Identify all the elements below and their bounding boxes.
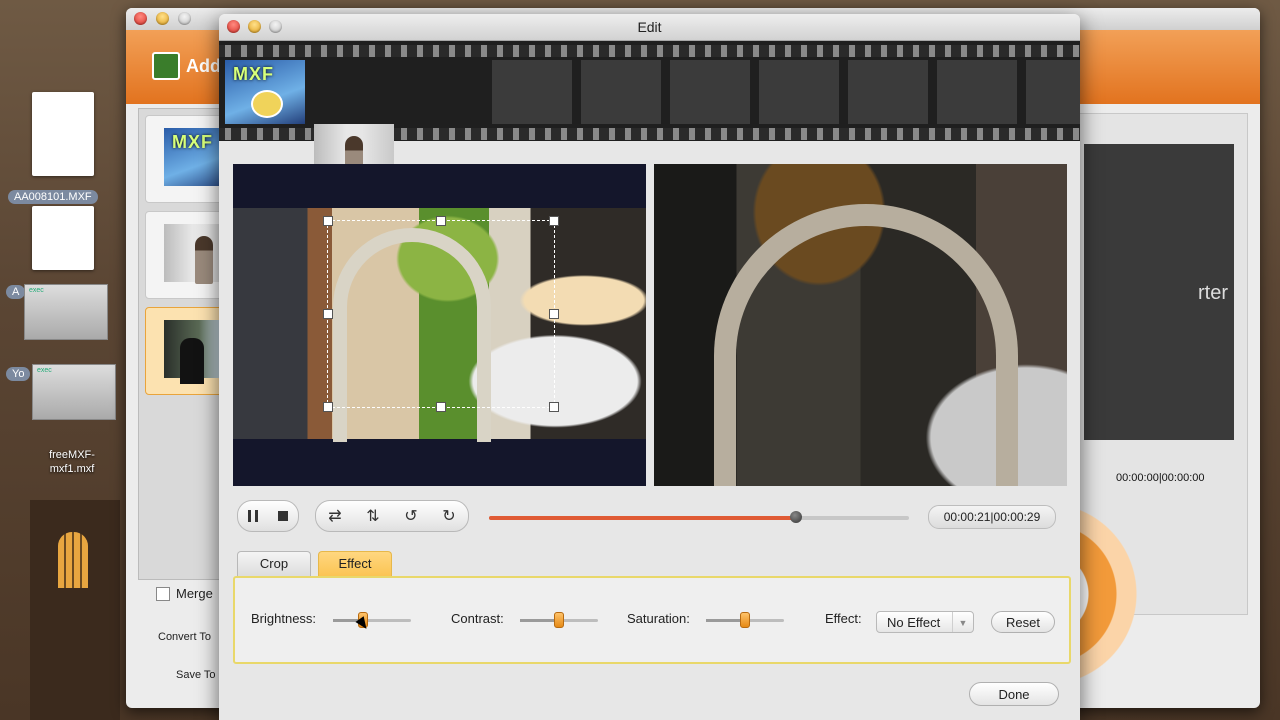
reset-button[interactable]: Reset: [991, 611, 1055, 633]
stop-button[interactable]: [268, 501, 298, 531]
effect-select[interactable]: No Effect ▼: [876, 611, 974, 633]
empty-frame: [492, 60, 572, 124]
minimize-button[interactable]: [156, 12, 169, 25]
brightness-label: Brightness:: [251, 611, 317, 626]
saturation-slider[interactable]: [706, 612, 784, 628]
empty-frame: [581, 60, 661, 124]
stop-icon: [278, 511, 288, 521]
crop-handle[interactable]: [323, 216, 333, 226]
house-illustration: [30, 500, 120, 720]
exec-tag: exec: [37, 367, 52, 374]
flip-vertical-button[interactable]: ⇅: [358, 501, 388, 531]
pause-button[interactable]: [238, 501, 268, 531]
crop-handle[interactable]: [436, 216, 446, 226]
rotate-left-button[interactable]: ↺: [396, 501, 426, 531]
brightness-slider[interactable]: [333, 612, 411, 628]
clip-thumbnail-mxf[interactable]: MXF: [225, 60, 305, 124]
effect-select-value: No Effect: [887, 615, 941, 630]
video-arch: [714, 204, 1018, 486]
desktop-file-label[interactable]: Yo: [6, 367, 31, 381]
progress-knob[interactable]: [789, 511, 802, 523]
thumbnail-text: MXF: [172, 132, 213, 152]
merge-checkbox[interactable]: Merge: [156, 586, 213, 601]
crop-handle[interactable]: [436, 402, 446, 412]
tab-crop[interactable]: Crop: [237, 551, 311, 576]
exec-icon[interactable]: exec: [24, 284, 108, 340]
done-button[interactable]: Done: [969, 682, 1059, 706]
crop-selection[interactable]: [323, 216, 559, 412]
tab-effect[interactable]: Effect: [318, 551, 392, 576]
dialog-titlebar[interactable]: Edit: [219, 14, 1080, 41]
dialog-title: Edit: [637, 19, 662, 35]
playback-progress[interactable]: [489, 511, 909, 523]
empty-frame: [759, 60, 839, 124]
crop-handle[interactable]: [323, 309, 333, 319]
empty-frame: [937, 60, 1017, 124]
effect-label: Effect:: [825, 611, 862, 626]
contrast-label: Contrast:: [451, 611, 504, 626]
flip-horizontal-icon: ⇄: [328, 508, 342, 525]
output-video-frame: [654, 164, 1067, 486]
crop-handle[interactable]: [549, 216, 559, 226]
house-window: [58, 532, 88, 588]
exec-icon[interactable]: exec: [32, 364, 116, 420]
clip-filmstrip: MXF: [219, 41, 1080, 254]
zoom-button[interactable]: [178, 12, 191, 25]
rotate-left-icon: ↺: [404, 508, 418, 525]
add-video-label: Add: [186, 55, 221, 76]
slider-knob[interactable]: [740, 612, 750, 628]
crop-handle[interactable]: [549, 309, 559, 319]
rotate-right-button[interactable]: ↻: [434, 501, 464, 531]
desktop-file-label[interactable]: AA008101.MXF: [8, 190, 98, 204]
empty-frame: [848, 60, 928, 124]
preview-time: 00:00:00|00:00:00: [1116, 472, 1205, 484]
empty-frame: [1026, 60, 1080, 124]
exec-tag: exec: [29, 287, 44, 294]
empty-frame: [670, 60, 750, 124]
save-to-label: Save To: [176, 669, 216, 681]
flip-horizontal-button[interactable]: ⇄: [320, 501, 350, 531]
thumbnail-face: [251, 90, 283, 118]
chevron-down-icon: ▼: [952, 612, 973, 632]
crop-handle[interactable]: [549, 402, 559, 412]
contrast-slider[interactable]: [520, 612, 598, 628]
playback-controls: [237, 500, 299, 532]
slider-knob[interactable]: [554, 612, 564, 628]
close-button[interactable]: [134, 12, 147, 25]
transform-controls: ⇄ ⇅ ↺ ↻: [315, 500, 469, 532]
saturation-label: Saturation:: [627, 611, 690, 626]
crop-handle[interactable]: [323, 402, 333, 412]
flip-vertical-icon: ⇅: [366, 508, 380, 525]
original-preview[interactable]: [233, 164, 646, 486]
pause-icon: [248, 510, 258, 522]
preview-screen: rter: [1084, 144, 1234, 440]
thumbnail-text: MXF: [233, 64, 274, 84]
film-sprockets: [219, 45, 1080, 57]
merge-label: Merge: [176, 586, 213, 601]
desktop-file-icon[interactable]: [32, 206, 94, 270]
time-display: 00:00:21|00:00:29: [928, 505, 1056, 529]
progress-fill: [489, 516, 796, 520]
preview-text: rter: [1198, 282, 1228, 304]
desktop-file-label[interactable]: freeMXF- mxf1.mxf: [30, 448, 114, 476]
add-video-button[interactable]: Add: [152, 52, 221, 80]
add-video-icon: [152, 52, 180, 80]
convert-to-label: Convert To: [158, 631, 211, 643]
desktop-file-label[interactable]: A: [6, 285, 26, 299]
merge-checkbox-box[interactable]: [156, 586, 170, 601]
desktop-file-icon[interactable]: [32, 92, 94, 176]
rotate-right-icon: ↻: [442, 508, 456, 525]
edit-dialog: Edit MXF ⇄ ⇅ ↺ ↻ 00:00:21|00:00:29 Crop …: [219, 14, 1080, 720]
output-preview: [654, 164, 1067, 486]
